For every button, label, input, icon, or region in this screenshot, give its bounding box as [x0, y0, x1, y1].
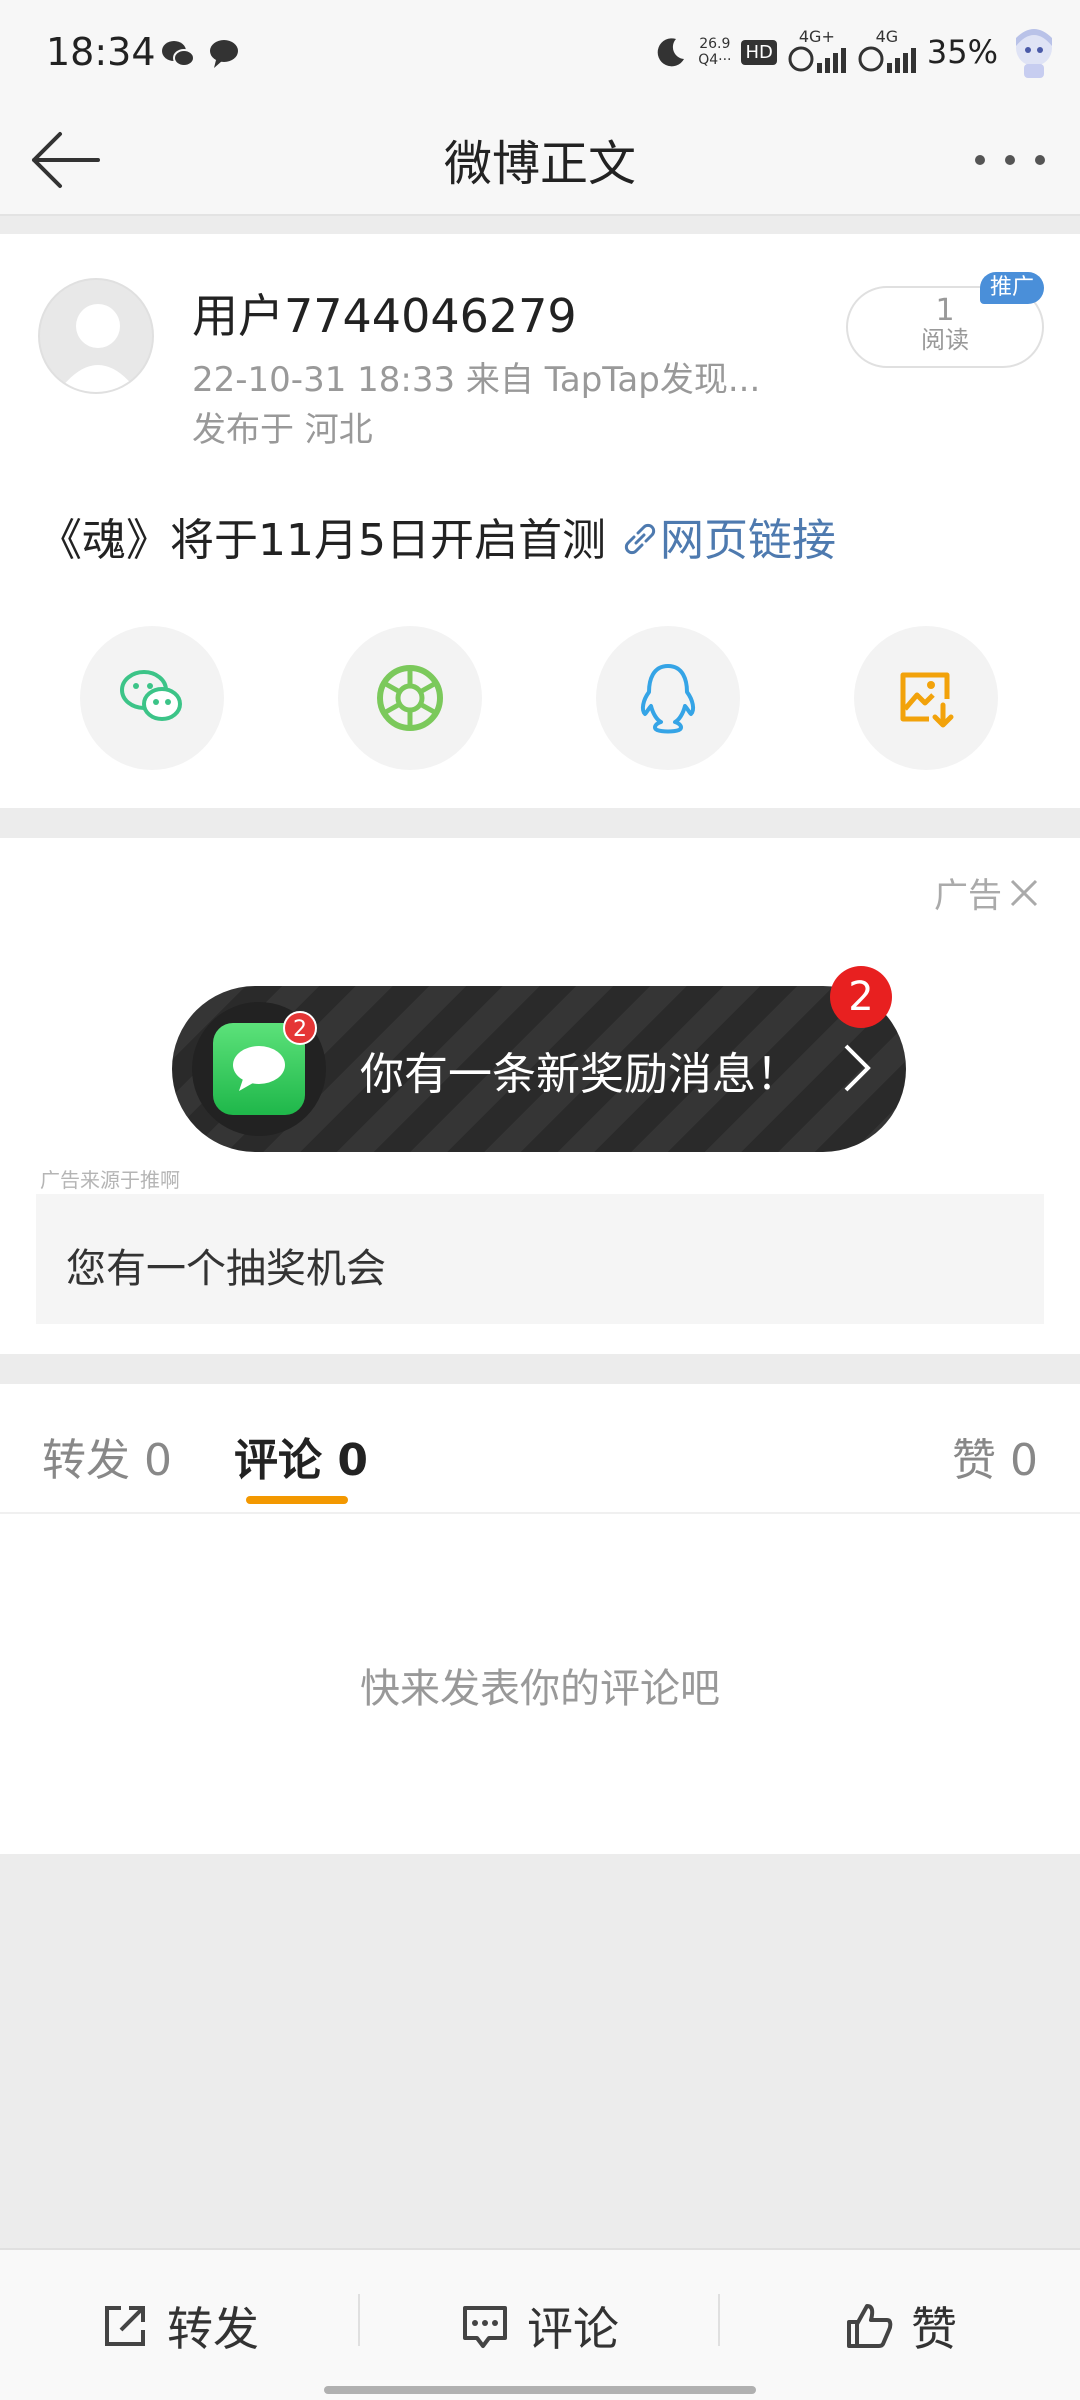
- share-moments-button[interactable]: [338, 626, 482, 770]
- tab-comment[interactable]: 评论 0: [234, 1424, 368, 1488]
- ad-label: 广告: [934, 876, 1002, 916]
- save-image-button[interactable]: [854, 626, 998, 770]
- tab-repost-count: 0: [144, 1435, 172, 1486]
- speech-bubble-icon: [233, 1046, 285, 1091]
- thumbs-up-icon: [847, 2304, 893, 2348]
- empty-comment-hint: 快来发表你的评论吧: [360, 1666, 720, 1712]
- anime-avatar-icon: [1016, 29, 1052, 78]
- notification-badge: 2: [830, 966, 892, 1028]
- username[interactable]: 用户7744046279: [192, 280, 577, 346]
- ad-description-box[interactable]: 您有一个抽奖机会: [36, 1194, 1044, 1324]
- notification-icons: [160, 36, 242, 72]
- tab-like-count: 0: [1010, 1435, 1038, 1486]
- tab-comment-label: 评论: [234, 1435, 322, 1486]
- do-not-disturb-icon: [657, 38, 685, 67]
- repost-button[interactable]: 转发: [0, 2250, 358, 2400]
- post-content: 《魂》将于11月5日开启首测 网页链接: [38, 504, 836, 568]
- share-wechat-button[interactable]: [80, 626, 224, 770]
- message-notification-icon: [210, 40, 238, 68]
- post-meta: 22-10-31 18:33 来自 TapTap发现...: [192, 360, 761, 400]
- ad-banner[interactable]: 2 你有一条新奖励消息！ 2: [172, 966, 906, 1152]
- like-label: 赞: [911, 2302, 957, 2356]
- signal-icon: [858, 46, 916, 73]
- tab-like-label: 赞: [952, 1435, 996, 1486]
- web-link-label: 网页链接: [659, 515, 836, 566]
- messages-app-icon: 2: [213, 1011, 317, 1115]
- chevron-right-icon: [844, 1044, 871, 1092]
- status-time: 18:34: [46, 30, 156, 74]
- battery-level: 35%: [926, 33, 998, 71]
- like-button[interactable]: 赞: [720, 2250, 1080, 2400]
- tab-repost[interactable]: 转发 0: [42, 1424, 172, 1488]
- share-qq-button[interactable]: [596, 626, 740, 770]
- tab-bar: 转发 0 评论 0 赞 0: [0, 1384, 1080, 1514]
- wechat-icon: [120, 670, 182, 721]
- ad-tag[interactable]: 广告: [934, 868, 1040, 917]
- network-speed: 26.9 Q4···: [698, 36, 732, 68]
- avatar[interactable]: [38, 278, 154, 394]
- more-options-icon[interactable]: [970, 140, 1050, 180]
- default-avatar-icon: [58, 304, 138, 392]
- app-icon-wrap: 2: [192, 1002, 326, 1136]
- read-label: 阅读: [921, 326, 969, 354]
- comment-label: 评论: [527, 2302, 619, 2356]
- moments-icon: [377, 665, 443, 731]
- ad-message: 你有一条新奖励消息！: [360, 1049, 800, 1100]
- close-icon[interactable]: [1008, 877, 1040, 909]
- active-tab-indicator: [246, 1496, 348, 1504]
- signal-2: 4G: [857, 29, 917, 75]
- repost-label: 转发: [167, 2302, 259, 2356]
- ad-description: 您有一个抽奖机会: [66, 1246, 386, 1292]
- page-title: 微博正文: [443, 136, 636, 192]
- status-bar: 18:34 26.9 Q4··· HD 4G+ 4G 35%: [0, 0, 1080, 100]
- hd-icon: HD: [741, 39, 777, 65]
- home-indicator[interactable]: [324, 2386, 756, 2394]
- web-link[interactable]: 网页链接: [620, 515, 836, 566]
- comment-button[interactable]: 评论: [360, 2250, 718, 2400]
- bottom-action-bar: 转发 评论 赞: [0, 2248, 1080, 2400]
- post-location: 发布于 河北: [192, 410, 373, 450]
- ad-source: 广告来源于推啊: [40, 1168, 180, 1192]
- signal-icon: [788, 46, 846, 73]
- qq-icon: [640, 664, 696, 734]
- tab-like[interactable]: 赞 0: [952, 1424, 1038, 1488]
- comment-icon: [463, 2306, 507, 2348]
- ad-card: 广告 2 你有一条新奖励消息！ 2 广告来源于推啊 您有一个抽奖机会: [0, 838, 1080, 1354]
- signal-1: 4G+: [787, 29, 847, 75]
- status-indicators: 26.9 Q4··· HD 4G+ 4G 35%: [654, 22, 1060, 82]
- share-row: [0, 626, 1080, 776]
- promote-badge[interactable]: 推广: [980, 272, 1044, 304]
- post-text: 《魂》将于11月5日开启首测: [38, 515, 606, 566]
- save-image-icon: [900, 672, 954, 728]
- mini-notification-badge: 2: [283, 1011, 317, 1045]
- wechat-notification-icon: [162, 41, 195, 67]
- share-icon: [105, 2306, 145, 2346]
- comment-section: 转发 0 评论 0 赞 0 快来发表你的评论吧: [0, 1384, 1080, 1854]
- tab-repost-label: 转发: [42, 1435, 130, 1486]
- top-nav-bar: 微博正文: [0, 100, 1080, 216]
- tab-comment-count: 0: [337, 1435, 368, 1486]
- link-icon: [624, 523, 656, 555]
- post-card: 用户7744046279 22-10-31 18:33 来自 TapTap发现.…: [0, 234, 1080, 808]
